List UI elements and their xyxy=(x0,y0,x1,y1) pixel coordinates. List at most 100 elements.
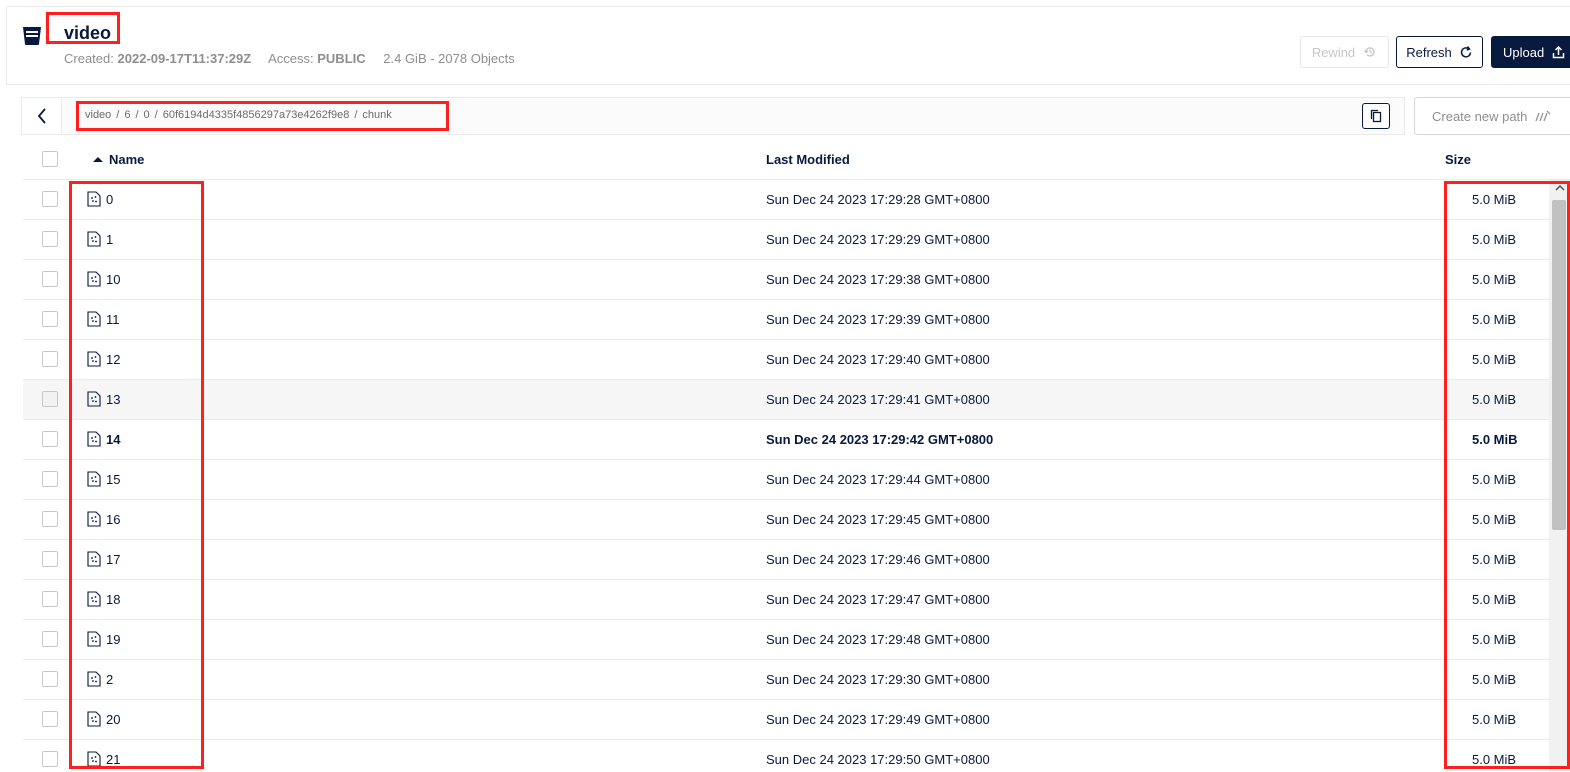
rewind-button[interactable]: Rewind xyxy=(1300,36,1389,68)
last-modified-cell: Sun Dec 24 2023 17:29:49 GMT+0800 xyxy=(766,712,990,727)
last-modified-cell: Sun Dec 24 2023 17:29:39 GMT+0800 xyxy=(766,312,990,327)
refresh-icon xyxy=(1460,46,1472,58)
column-header-name[interactable]: Name xyxy=(93,152,144,167)
row-checkbox[interactable] xyxy=(42,351,58,367)
size-cell: 5.0 MiB xyxy=(1472,272,1517,287)
table-row[interactable]: 13 Sun Dec 24 2023 17:29:41 GMT+0800 5.0… xyxy=(23,380,1570,420)
table-row[interactable]: 11 Sun Dec 24 2023 17:29:39 GMT+0800 5.0… xyxy=(23,300,1570,340)
row-checkbox[interactable] xyxy=(42,671,58,687)
file-icon xyxy=(87,271,101,287)
file-name: 12 xyxy=(106,351,121,367)
file-name: 21 xyxy=(106,751,121,767)
scroll-up-arrow-icon[interactable] xyxy=(1554,181,1566,195)
breadcrumb-separator: / xyxy=(154,109,158,121)
row-checkbox[interactable] xyxy=(42,231,58,247)
last-modified-cell: Sun Dec 24 2023 17:29:44 GMT+0800 xyxy=(766,472,990,487)
size-cell: 5.0 MiB xyxy=(1472,512,1517,527)
access-value: PUBLIC xyxy=(317,51,366,66)
file-name: 1 xyxy=(106,231,114,247)
sort-ascending-icon xyxy=(93,157,103,162)
file-icon xyxy=(87,431,101,447)
last-modified-cell: Sun Dec 24 2023 17:29:42 GMT+0800 xyxy=(766,432,994,447)
row-checkbox[interactable] xyxy=(42,311,58,327)
row-checkbox[interactable] xyxy=(42,471,58,487)
breadcrumb-separator: / xyxy=(135,109,139,121)
file-name-cell: 17 xyxy=(87,551,120,567)
row-checkbox[interactable] xyxy=(42,191,58,207)
scrollbar-thumb[interactable] xyxy=(1552,200,1566,530)
last-modified-cell: Sun Dec 24 2023 17:29:29 GMT+0800 xyxy=(766,232,990,247)
file-name-cell: 0 xyxy=(87,191,113,207)
last-modified-cell: Sun Dec 24 2023 17:29:28 GMT+0800 xyxy=(766,192,990,207)
file-icon xyxy=(87,191,101,207)
last-modified-cell: Sun Dec 24 2023 17:29:46 GMT+0800 xyxy=(766,552,990,567)
breadcrumb-item-current: chunk xyxy=(362,109,392,121)
breadcrumb-item[interactable]: video xyxy=(85,109,111,121)
bucket-meta: Created: 2022-09-17T11:37:29Z Access: PU… xyxy=(64,51,515,66)
breadcrumb-item[interactable]: 0 xyxy=(144,109,150,121)
last-modified-cell: Sun Dec 24 2023 17:29:40 GMT+0800 xyxy=(766,352,990,367)
last-modified-cell: Sun Dec 24 2023 17:29:47 GMT+0800 xyxy=(766,592,990,607)
file-name: 16 xyxy=(106,511,121,527)
table-row[interactable]: 12 Sun Dec 24 2023 17:29:40 GMT+0800 5.0… xyxy=(23,340,1570,380)
file-name: 14 xyxy=(106,431,121,447)
row-checkbox[interactable] xyxy=(42,511,58,527)
row-checkbox[interactable] xyxy=(42,751,58,767)
select-all-checkbox[interactable] xyxy=(42,151,58,167)
breadcrumb-item[interactable]: 60f6194d4335f4856297a73e4262f9e8 xyxy=(163,109,350,121)
file-icon xyxy=(87,511,101,527)
size-cell: 5.0 MiB xyxy=(1472,232,1517,247)
table-row[interactable]: 0 Sun Dec 24 2023 17:29:28 GMT+0800 5.0 … xyxy=(23,180,1570,220)
file-name-cell: 16 xyxy=(87,511,120,527)
create-new-path-button[interactable]: Create new path xyxy=(1414,97,1570,135)
file-name: 2 xyxy=(106,671,114,687)
bucket-header: video Created: 2022-09-17T11:37:29Z Acce… xyxy=(6,6,1570,85)
row-checkbox[interactable] xyxy=(42,711,58,727)
table-row[interactable]: 16 Sun Dec 24 2023 17:29:45 GMT+0800 5.0… xyxy=(23,500,1570,540)
created-value: 2022-09-17T11:37:29Z xyxy=(117,51,252,66)
table-row[interactable]: 20 Sun Dec 24 2023 17:29:49 GMT+0800 5.0… xyxy=(23,700,1570,740)
copy-path-button[interactable] xyxy=(1362,103,1390,129)
row-checkbox[interactable] xyxy=(42,631,58,647)
table-row[interactable]: 10 Sun Dec 24 2023 17:29:38 GMT+0800 5.0… xyxy=(23,260,1570,300)
breadcrumb-item[interactable]: 6 xyxy=(124,109,130,121)
table-row[interactable]: 15 Sun Dec 24 2023 17:29:44 GMT+0800 5.0… xyxy=(23,460,1570,500)
file-name-cell: 10 xyxy=(87,271,120,287)
column-header-size[interactable]: Size xyxy=(1445,152,1471,167)
row-checkbox[interactable] xyxy=(42,551,58,567)
file-icon xyxy=(87,631,101,647)
column-header-last-modified[interactable]: Last Modified xyxy=(766,152,850,167)
row-checkbox[interactable] xyxy=(42,271,58,287)
file-name-cell: 12 xyxy=(87,351,120,367)
refresh-label: Refresh xyxy=(1406,44,1452,60)
created-label: Created: xyxy=(64,51,114,66)
file-name: 17 xyxy=(106,551,121,567)
table-row[interactable]: 2 Sun Dec 24 2023 17:29:30 GMT+0800 5.0 … xyxy=(23,660,1570,700)
back-button[interactable] xyxy=(22,98,62,134)
breadcrumb-separator: / xyxy=(116,109,120,121)
row-checkbox[interactable] xyxy=(42,391,58,407)
table-row[interactable]: 14 Sun Dec 24 2023 17:29:42 GMT+0800 5.0… xyxy=(23,420,1570,460)
table-row[interactable]: 1 Sun Dec 24 2023 17:29:29 GMT+0800 5.0 … xyxy=(23,220,1570,260)
file-icon xyxy=(87,671,101,687)
history-icon xyxy=(1364,47,1375,57)
last-modified-cell: Sun Dec 24 2023 17:29:50 GMT+0800 xyxy=(766,752,990,767)
row-checkbox[interactable] xyxy=(42,591,58,607)
upload-label: Upload xyxy=(1503,44,1545,60)
table-header: Name Last Modified Size xyxy=(23,141,1570,180)
table-row[interactable]: 19 Sun Dec 24 2023 17:29:48 GMT+0800 5.0… xyxy=(23,620,1570,660)
refresh-button[interactable]: Refresh xyxy=(1396,36,1483,68)
create-new-path-label: Create new path xyxy=(1432,108,1528,124)
file-name-cell: 2 xyxy=(87,671,113,687)
breadcrumb: video / 6 / 0 / 60f6194d4335f4856297a73e4262f9… xyxy=(85,109,392,121)
file-icon xyxy=(87,591,101,607)
file-icon xyxy=(87,391,101,407)
table-row[interactable]: 21 Sun Dec 24 2023 17:29:50 GMT+0800 5.0… xyxy=(23,740,1570,772)
upload-button[interactable]: Upload xyxy=(1491,36,1570,68)
file-name: 15 xyxy=(106,471,121,487)
file-name-cell: 18 xyxy=(87,591,120,607)
table-row[interactable]: 18 Sun Dec 24 2023 17:29:47 GMT+0800 5.0… xyxy=(23,580,1570,620)
table-row[interactable]: 17 Sun Dec 24 2023 17:29:46 GMT+0800 5.0… xyxy=(23,540,1570,580)
last-modified-cell: Sun Dec 24 2023 17:29:30 GMT+0800 xyxy=(766,672,990,687)
row-checkbox[interactable] xyxy=(42,431,58,447)
